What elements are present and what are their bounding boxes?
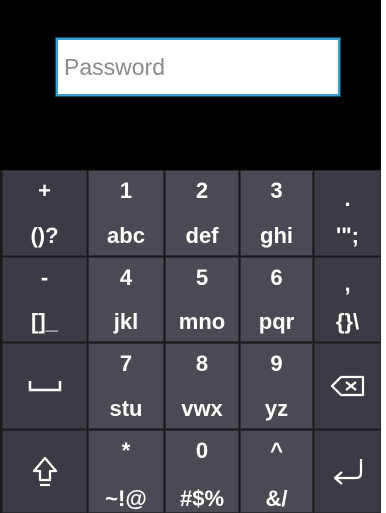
key-plus[interactable]: + ()? (2, 170, 87, 256)
key-star-secondary: ~!@ (105, 486, 147, 511)
key-0-secondary: #$% (179, 486, 225, 511)
key-6[interactable]: 6 pqr (240, 257, 313, 342)
key-1-primary: 1 (119, 178, 133, 203)
shift-icon (3, 431, 86, 512)
key-star-primary: * (121, 438, 131, 463)
space-key[interactable] (2, 343, 87, 429)
screen: Password + ()? 1 abc 2 def 3 ghi . '"; -… (0, 0, 381, 513)
key-comma[interactable]: , {}\ (314, 257, 381, 342)
key-plus-secondary: ()? (30, 223, 59, 248)
key-6-primary: 6 (270, 265, 283, 290)
key-1-secondary: abc (107, 223, 145, 248)
key-6-secondary: pqr (258, 309, 295, 334)
key-comma-secondary: {}\ (335, 309, 360, 334)
key-2-primary: 2 (195, 178, 209, 203)
key-2-secondary: def (185, 223, 219, 248)
key-comma-primary: , (344, 271, 351, 296)
key-caret-primary: ^ (270, 438, 283, 463)
key-period-secondary: '"; (336, 223, 359, 248)
key-star[interactable]: * ~!@ (88, 430, 164, 513)
key-8-primary: 8 (195, 351, 209, 376)
key-minus-secondary: []_ (31, 309, 58, 334)
key-1[interactable]: 1 abc (88, 170, 164, 256)
key-3-primary: 3 (270, 178, 283, 203)
key-0[interactable]: 0 #$% (165, 430, 239, 513)
key-8-secondary: vwx (181, 396, 223, 421)
key-minus-primary: - (40, 265, 49, 290)
key-7-primary: 7 (119, 351, 133, 376)
key-3[interactable]: 3 ghi (240, 170, 313, 256)
key-8[interactable]: 8 vwx (165, 343, 239, 429)
key-plus-primary: + (38, 178, 51, 203)
key-2[interactable]: 2 def (165, 170, 239, 256)
shift-key[interactable] (2, 430, 87, 513)
key-5-primary: 5 (195, 265, 209, 290)
key-7[interactable]: 7 stu (88, 343, 164, 429)
key-9-primary: 9 (270, 351, 283, 376)
key-7-secondary: stu (109, 396, 143, 421)
key-9-secondary: yz (264, 396, 289, 421)
password-field[interactable]: Password (55, 37, 341, 97)
key-minus[interactable]: - []_ (2, 257, 87, 342)
enter-icon (315, 431, 380, 512)
key-period-primary: . (344, 186, 351, 211)
enter-key[interactable] (314, 430, 381, 513)
space-icon (3, 344, 86, 428)
key-4[interactable]: 4 jkl (88, 257, 164, 342)
numeric-keypad: + ()? 1 abc 2 def 3 ghi . '"; - []_ 4 jk… (0, 170, 381, 513)
key-9[interactable]: 9 yz (240, 343, 313, 429)
key-caret-secondary: &/ (265, 486, 288, 511)
key-5-secondary: mno (178, 309, 226, 334)
key-5[interactable]: 5 mno (165, 257, 239, 342)
key-4-primary: 4 (119, 265, 133, 290)
key-4-secondary: jkl (113, 309, 139, 334)
key-3-secondary: ghi (260, 223, 293, 248)
key-0-primary: 0 (195, 438, 209, 463)
backspace-icon (315, 344, 380, 428)
key-period[interactable]: . '"; (314, 170, 381, 256)
backspace-key[interactable] (314, 343, 381, 429)
key-caret[interactable]: ^ &/ (240, 430, 313, 513)
